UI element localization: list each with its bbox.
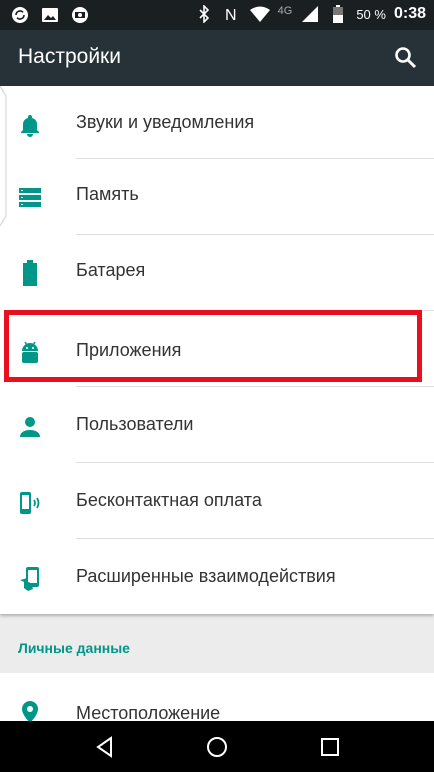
settings-item-label: Батарея [76, 260, 146, 280]
bell-icon [17, 112, 43, 138]
settings-item-tap-pay[interactable]: Бесконтактная оплата [0, 464, 434, 540]
divider [76, 462, 434, 463]
settings-item-storage[interactable]: Память [0, 158, 434, 234]
status-bar: N 4G 50 % 0:38 [0, 0, 434, 30]
settings-item-battery[interactable]: Батарея [0, 234, 434, 310]
settings-item-label: Память [76, 184, 139, 204]
settings-item-sound[interactable]: Звуки и уведомления [0, 86, 434, 162]
divider [76, 538, 434, 539]
network-type: 4G [277, 5, 293, 17]
battery-status-icon [328, 4, 348, 24]
highlight-frame [4, 310, 422, 382]
storage-icon [17, 184, 43, 210]
battery-percent: 50 % [356, 6, 386, 22]
settings-item-label: Бесконтактная оплата [76, 490, 262, 510]
app-bar: Настройки [0, 30, 434, 86]
image-icon [40, 5, 60, 25]
person-icon [17, 414, 43, 440]
page-title: Настройки [18, 45, 121, 68]
navigation-bar [0, 721, 434, 772]
gesture-icon [17, 566, 43, 592]
settings-item-label: Расширенные взаимодействия [76, 566, 336, 586]
wifi-icon [249, 4, 270, 24]
personal-settings-card: Местоположение [0, 673, 434, 723]
scroll-indicator [0, 85, 8, 227]
section-header-personal: Личные данные [18, 640, 130, 656]
back-icon[interactable] [93, 735, 117, 759]
home-icon[interactable] [205, 735, 229, 759]
settings-item-label: Звуки и уведомления [76, 112, 255, 132]
settings-item-users[interactable]: Пользователи [0, 388, 434, 464]
search-icon[interactable] [392, 44, 420, 72]
tap-pay-icon [17, 490, 43, 516]
recents-icon[interactable] [318, 735, 342, 759]
svg-text:N: N [225, 7, 237, 23]
screenshot-icon [70, 5, 90, 25]
bluetooth-icon [194, 4, 214, 24]
sync-icon [10, 5, 30, 25]
settings-item-label: Пользователи [76, 414, 194, 434]
nfc-icon: N [222, 4, 242, 24]
settings-item-gestures[interactable]: Расширенные взаимодействия [0, 540, 434, 616]
signal-icon [300, 4, 320, 24]
divider [76, 386, 434, 387]
battery-icon [17, 260, 43, 286]
clock: 0:38 [393, 5, 426, 22]
